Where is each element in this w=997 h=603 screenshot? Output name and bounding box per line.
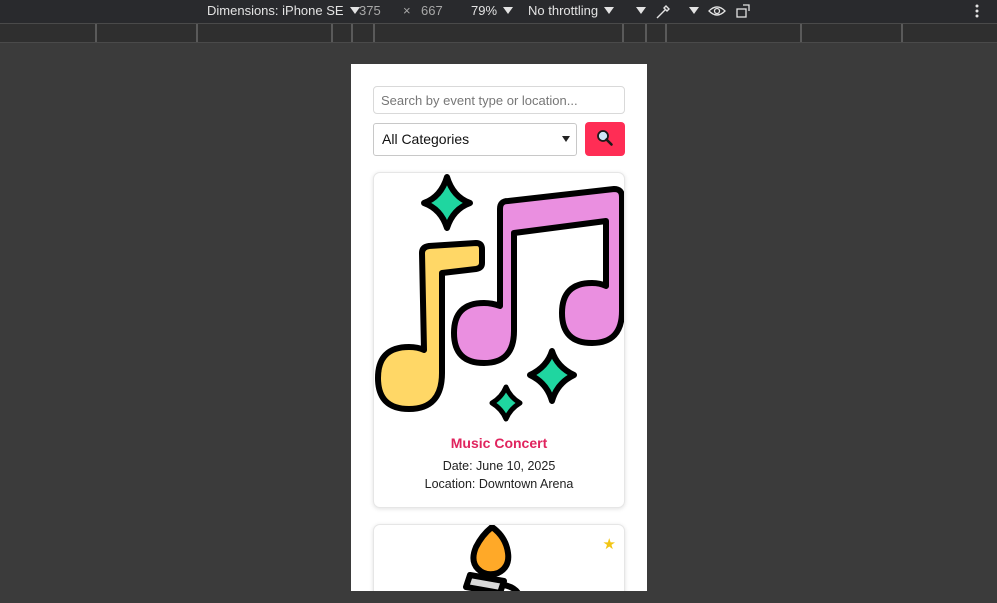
ruler-divider (622, 24, 624, 42)
event-card[interactable]: ★ (373, 524, 625, 591)
kebab-menu-icon[interactable] (970, 2, 984, 23)
times-sign: × (403, 3, 411, 18)
throttling-dropdown[interactable]: No throttling (528, 3, 615, 19)
chevron-down-icon (689, 7, 699, 15)
zoom-dropdown[interactable]: 79% (471, 3, 514, 19)
more-options-dropdown[interactable] (630, 3, 646, 19)
height-field[interactable]: 667 (421, 3, 443, 19)
chevron-down-icon (503, 7, 514, 15)
ruler-divider (901, 24, 903, 42)
chevron-down-icon (604, 7, 615, 15)
ruler-divider (351, 24, 353, 42)
category-select[interactable]: All Categories (373, 123, 577, 156)
ruler-divider (95, 24, 97, 42)
device-toolbar: Dimensions: iPhone SE 375 × 667 79% No t… (0, 0, 997, 24)
event-title[interactable]: Music Concert (374, 435, 624, 451)
ruler-divider (665, 24, 667, 42)
favorite-star-icon[interactable]: ★ (603, 537, 616, 552)
event-location: Location: Downtown Arena (424, 477, 574, 491)
search-input[interactable] (373, 86, 625, 114)
ruler-divider (645, 24, 647, 42)
category-select-value: All Categories (382, 131, 470, 147)
event-card[interactable]: ★ Music Concert Date: June 10, 2025 Loca… (373, 172, 625, 508)
media-query-ruler (0, 24, 997, 43)
mobile-viewport: All Categories ★ Music Concert Date: Jun… (351, 64, 647, 591)
rotate-device-icon[interactable] (735, 2, 753, 23)
eyedropper-icon[interactable] (655, 2, 673, 23)
width-field[interactable]: 375 (359, 3, 381, 19)
dimensions-label: Dimensions: iPhone SE (207, 3, 344, 18)
event-date: Date: June 10, 2025 (442, 459, 556, 473)
eyedropper-options-dropdown[interactable] (683, 3, 699, 19)
chevron-down-icon (562, 136, 570, 142)
dimensions-dropdown[interactable]: Dimensions: iPhone SE (207, 3, 360, 19)
music-notes-icon (375, 174, 624, 422)
zoom-label: 79% (471, 3, 498, 18)
chevron-down-icon (636, 7, 646, 15)
throttling-label: No throttling (528, 3, 599, 18)
ruler-divider (331, 24, 333, 42)
eye-icon[interactable] (708, 2, 726, 23)
ruler-divider (196, 24, 198, 42)
search-button[interactable] (585, 122, 625, 156)
ruler-divider (800, 24, 802, 42)
search-icon (596, 129, 614, 150)
ruler-divider (373, 24, 375, 42)
paintbrush-icon (463, 525, 521, 591)
